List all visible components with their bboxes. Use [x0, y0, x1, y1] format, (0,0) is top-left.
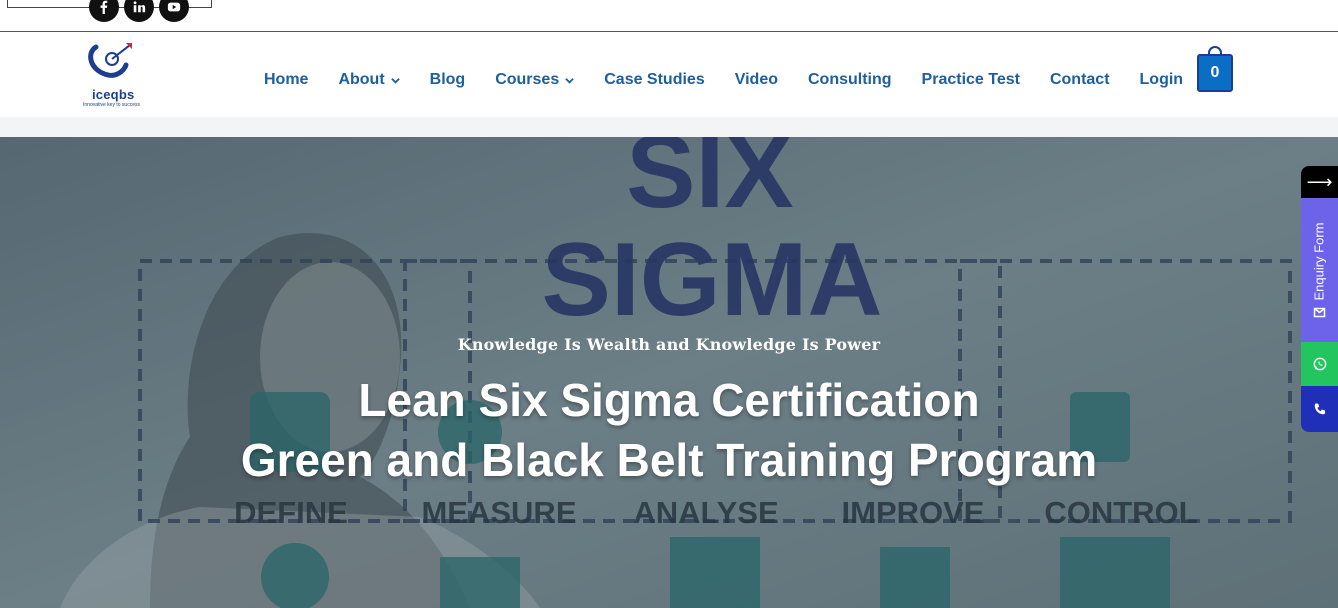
- nav-label: Home: [264, 71, 309, 88]
- nav-item-courses[interactable]: Courses: [495, 71, 574, 89]
- phone-icon: [1314, 403, 1325, 415]
- nav-item-practice-test[interactable]: Practice Test: [922, 71, 1020, 89]
- nav-label: Consulting: [808, 71, 892, 88]
- header-spacer: [0, 117, 1338, 137]
- nav-item-home[interactable]: Home: [264, 71, 308, 89]
- nav-item-blog[interactable]: Blog: [430, 71, 466, 89]
- logo-text: iceqbs: [92, 87, 135, 102]
- nav-label: Blog: [429, 71, 466, 88]
- site-header: iceqbs Innovative key to success Home Ab…: [0, 33, 1338, 117]
- enquiry-form-label: Enquiry Form: [1312, 221, 1327, 301]
- arrow-right-icon: ⟶: [1306, 171, 1333, 192]
- hero-banner: SIX SIGMA DEFINE MEASURE ANALYSE IMPROVE…: [0, 137, 1338, 608]
- nav-label: Login: [1139, 71, 1184, 88]
- hero-title-line1: Lean Six Sigma Certification: [358, 374, 980, 426]
- top-bar: [0, 0, 1338, 32]
- nav-label: About: [338, 71, 385, 88]
- nav-label: Practice Test: [921, 71, 1020, 88]
- enquiry-form-button[interactable]: Enquiry Form: [1301, 198, 1338, 342]
- whatsapp-button[interactable]: [1301, 342, 1338, 386]
- nav-item-case-studies[interactable]: Case Studies: [604, 71, 704, 89]
- youtube-icon[interactable]: [159, 0, 189, 22]
- facebook-icon[interactable]: [89, 0, 119, 22]
- nav-item-consulting[interactable]: Consulting: [808, 71, 892, 89]
- linkedin-icon[interactable]: [124, 0, 154, 22]
- hero-title-line2: Green and Black Belt Training Program: [240, 434, 1098, 486]
- chevron-down-icon: [565, 77, 574, 84]
- nav-item-about[interactable]: About: [338, 71, 400, 89]
- nav-label: Video: [734, 71, 778, 88]
- nav-item-video[interactable]: Video: [735, 71, 778, 89]
- mail-icon: [1313, 307, 1326, 317]
- nav-item-contact[interactable]: Contact: [1050, 71, 1110, 89]
- side-panel-toggle-button[interactable]: ⟶: [1301, 166, 1338, 198]
- logo-tagline: Innovative key to success: [83, 102, 140, 108]
- nav-label: Courses: [495, 71, 560, 88]
- phone-button[interactable]: [1301, 386, 1338, 432]
- chevron-down-icon: [390, 77, 400, 84]
- main-nav: Home About Blog Courses Case Studies Vid…: [264, 71, 1213, 89]
- nav-label: Contact: [1049, 71, 1110, 88]
- hero-tagline: Knowledge Is Wealth and Knowledge Is Pow…: [457, 335, 881, 354]
- cart-count: 0: [1210, 64, 1220, 81]
- cart-button[interactable]: 0: [1197, 54, 1233, 92]
- nav-label: Case Studies: [604, 71, 705, 88]
- nav-item-login[interactable]: Login: [1140, 71, 1184, 89]
- whatsapp-icon: [1313, 357, 1326, 371]
